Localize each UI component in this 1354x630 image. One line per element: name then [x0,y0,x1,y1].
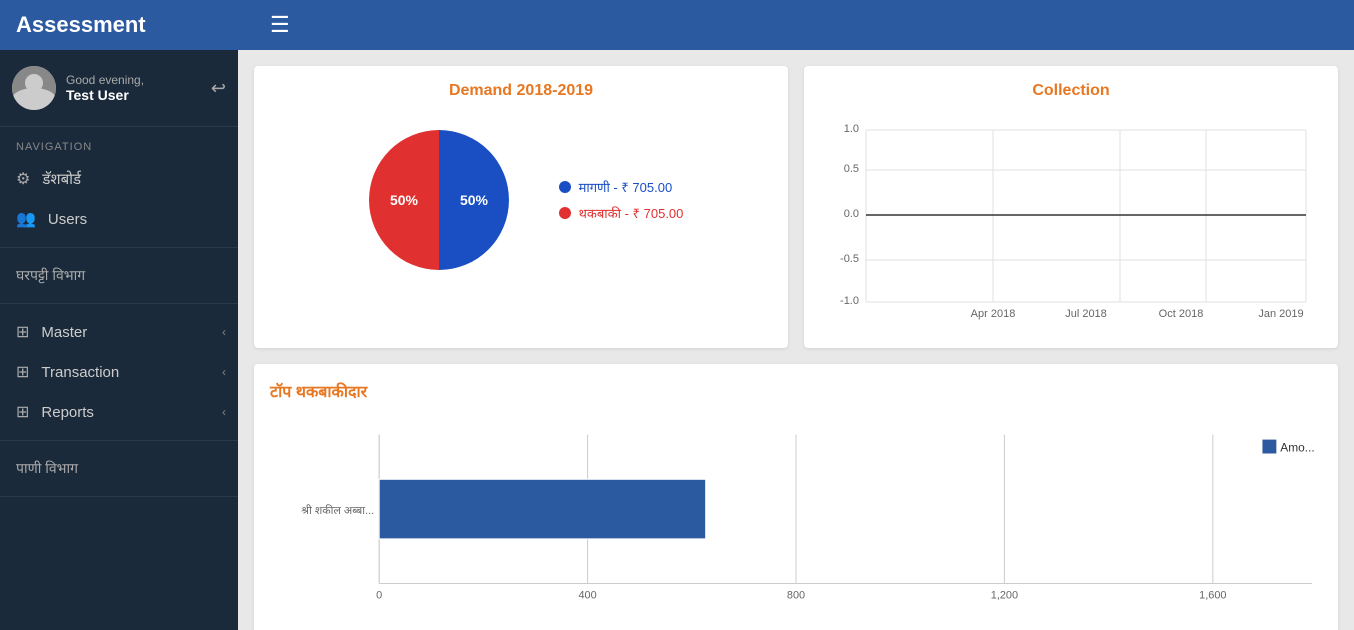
sidebar-item-transaction-label: Transaction [41,364,119,381]
section-divider-4 [0,496,238,497]
main-content: Demand 2018-2019 50% 50% [238,50,1354,630]
pie-legend: मागणी - ₹ 705.00 थकबाकी - ₹ 705.00 [559,178,684,222]
legend-dot-red [559,207,571,219]
transaction-arrow-icon: ‹ [222,365,226,379]
demand-chart-card: Demand 2018-2019 50% 50% [254,66,788,348]
svg-text:400: 400 [578,589,596,601]
svg-text:-1.0: -1.0 [840,295,859,307]
section2-title: पाणी विभाग [0,449,238,488]
pie-area: 50% 50% मागणी - ₹ 705.00 थकब [270,112,772,288]
bar-chart-area: श्री शकील अब्बा... 0 400 800 1,200 1, [270,414,1322,630]
top-defaulters-chart-card: टॉप थकबाकीदार श्री शकील अब्बा... 0 [254,364,1338,630]
avatar [12,66,56,110]
reports-arrow-icon: ‹ [222,405,226,419]
reports-grid-icon: ⊞ [16,402,29,422]
sidebar-item-reports-label: Reports [41,404,94,421]
sidebar-item-dashboard-label: डॅशबोर्ड [42,169,81,189]
sidebar-item-master[interactable]: ⊞ Master ‹ [0,312,238,352]
svg-text:0: 0 [376,589,382,601]
user-section: Good evening, Test User ↩ [0,50,238,127]
svg-text:Amo...: Amo... [1280,441,1314,455]
svg-text:Jul 2018: Jul 2018 [1065,308,1107,320]
top-charts-row: Demand 2018-2019 50% 50% [254,66,1338,348]
collection-chart-card: Collection 1.0 0.5 0.0 -0.5 -1.0 [804,66,1338,348]
users-icon: 👥 [16,209,36,229]
sidebar: Good evening, Test User ↩ NAVIGATION ⚙ ड… [0,50,238,630]
svg-text:Jan 2019: Jan 2019 [1258,308,1303,320]
legend-label-arrears: थकबाकी - ₹ 705.00 [579,204,684,222]
user-info: Good evening, Test User [66,73,211,103]
svg-text:800: 800 [787,589,805,601]
legend-dot-blue [559,181,571,193]
svg-text:Oct 2018: Oct 2018 [1159,308,1204,320]
svg-text:0.0: 0.0 [844,208,859,220]
app-title: Assessment [16,12,254,38]
svg-text:0.5: 0.5 [844,163,859,175]
section-divider-2 [0,303,238,304]
user-greeting: Good evening, [66,73,211,87]
section1-title: घरपट्टी विभाग [0,256,238,295]
master-grid-icon: ⊞ [16,322,29,342]
sidebar-item-master-label: Master [41,324,87,341]
svg-text:1.0: 1.0 [844,123,859,135]
demand-chart-title: Demand 2018-2019 [270,82,772,100]
logout-icon[interactable]: ↩ [211,78,226,99]
transaction-grid-icon: ⊞ [16,362,29,382]
nav-label: NAVIGATION [0,127,238,159]
sidebar-item-users-label: Users [48,211,87,228]
legend-item-arrears: थकबाकी - ₹ 705.00 [559,204,684,222]
collection-chart-title: Collection [820,82,1322,100]
svg-text:-0.5: -0.5 [840,253,859,265]
legend-label-demand: मागणी - ₹ 705.00 [579,178,673,196]
sidebar-item-users[interactable]: 👥 Users [0,199,238,239]
pie-chart: 50% 50% [359,120,519,280]
master-arrow-icon: ‹ [222,325,226,339]
svg-text:Apr 2018: Apr 2018 [971,308,1016,320]
section-divider-3 [0,440,238,441]
collection-line-chart: 1.0 0.5 0.0 -0.5 -1.0 [820,112,1322,332]
sidebar-item-reports[interactable]: ⊞ Reports ‹ [0,392,238,432]
svg-text:50%: 50% [460,192,489,208]
user-name: Test User [66,87,211,103]
svg-text:श्री शकील अब्बा...: श्री शकील अब्बा... [301,504,374,517]
legend-item-demand: मागणी - ₹ 705.00 [559,178,684,196]
top-defaulters-title: टॉप थकबाकीदार [270,380,1322,402]
sidebar-item-dashboard[interactable]: ⚙ डॅशबोर्ड [0,159,238,199]
section-divider-1 [0,247,238,248]
gear-icon: ⚙ [16,169,30,189]
svg-text:50%: 50% [390,192,419,208]
svg-text:1,200: 1,200 [991,589,1018,601]
sidebar-item-transaction[interactable]: ⊞ Transaction ‹ [0,352,238,392]
svg-text:1,600: 1,600 [1199,589,1226,601]
hamburger-icon[interactable]: ☰ [270,12,290,38]
